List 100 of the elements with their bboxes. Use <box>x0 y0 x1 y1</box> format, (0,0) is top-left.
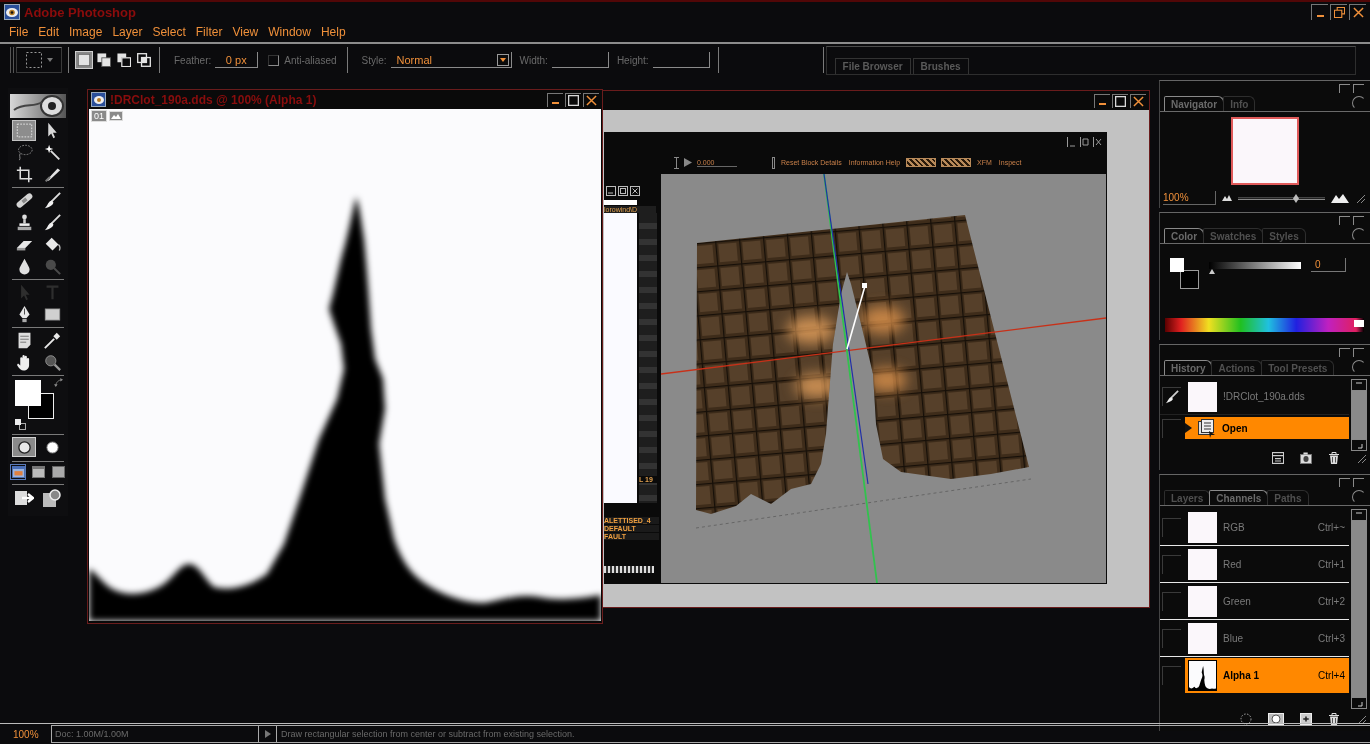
history-source-box[interactable] <box>1162 387 1181 406</box>
maximize-icon[interactable] <box>1080 137 1089 147</box>
selection-mode-button[interactable] <box>135 51 153 69</box>
color-spectrum-bar[interactable] <box>1165 318 1364 332</box>
screen-mode-button[interactable] <box>10 464 26 480</box>
minimize-button[interactable] <box>1094 93 1110 108</box>
zoom-field[interactable]: 100% <box>1163 191 1216 205</box>
pattern-button[interactable] <box>906 158 937 167</box>
restore-button[interactable] <box>1330 4 1347 20</box>
slider-handle-icon[interactable] <box>674 156 679 169</box>
width-field[interactable] <box>551 52 609 68</box>
screen-mode-button[interactable] <box>30 464 46 480</box>
scroll-up-icon[interactable] <box>1351 509 1367 521</box>
menu-item[interactable]: Filter <box>190 25 228 39</box>
channel-thumbnail <box>1188 659 1217 691</box>
restore-icon <box>1333 7 1345 18</box>
scroll-up-icon[interactable] <box>1351 379 1367 391</box>
palette-minimize-button[interactable] <box>1339 84 1350 93</box>
channel-name: Red <box>1223 558 1243 570</box>
height-field[interactable] <box>652 52 710 68</box>
channel-row[interactable]: Red Ctrl+1 <box>1185 546 1349 582</box>
value-slider[interactable] <box>1209 262 1301 274</box>
channel-name: Green <box>1223 595 1252 607</box>
small-mountains-icon[interactable] <box>1222 195 1232 201</box>
pattern-button[interactable] <box>941 158 972 167</box>
anti-aliased-checkbox[interactable] <box>268 54 280 66</box>
slider-thumb[interactable] <box>1293 193 1300 203</box>
tool-preset-picker[interactable] <box>16 47 62 73</box>
large-mountains-icon[interactable] <box>1331 193 1349 203</box>
scroll-down-icon[interactable] <box>1351 697 1367 709</box>
maximize-icon[interactable] <box>618 186 628 196</box>
channel-row[interactable]: Green Ctrl+2 <box>1185 583 1349 619</box>
menu-item[interactable]: Image <box>64 25 108 39</box>
navigator-thumbnail[interactable] <box>1231 117 1299 185</box>
history-state[interactable]: !DRClot_190a.dds <box>1185 379 1349 414</box>
color-swatches-icon[interactable] <box>15 380 54 419</box>
menu-item[interactable]: View <box>227 25 264 39</box>
palette-close-button[interactable] <box>1353 216 1364 225</box>
new-document-icon[interactable] <box>1272 452 1284 464</box>
selection-mode-button[interactable] <box>115 51 133 69</box>
swap-arrows-icon[interactable] <box>54 378 63 387</box>
menu-item[interactable]: Edit <box>33 25 65 39</box>
screen-mode-button[interactable] <box>50 464 66 480</box>
minimize-button[interactable] <box>1311 4 1328 20</box>
resize-grip-icon[interactable] <box>1356 713 1367 725</box>
menu-item[interactable]: Help <box>315 25 351 39</box>
palette-close-button[interactable] <box>1353 478 1364 487</box>
palette-minimize-button[interactable] <box>1339 478 1350 487</box>
status-menu-button[interactable] <box>259 725 277 743</box>
close-icon[interactable] <box>1093 137 1102 147</box>
menu-item[interactable]: Window <box>263 25 316 39</box>
new-channel-icon[interactable] <box>1300 713 1312 725</box>
palette-minimize-button[interactable] <box>1339 348 1350 357</box>
channel-row[interactable]: Blue Ctrl+3 <box>1185 620 1349 656</box>
palette-minimize-button[interactable] <box>1339 216 1350 225</box>
channel-row[interactable]: RGB Ctrl+~ <box>1185 509 1349 545</box>
channel-row[interactable]: Alpha 1 Ctrl+4 <box>1185 657 1349 693</box>
style-dropdown[interactable]: Normal <box>390 52 512 68</box>
text-field[interactable] <box>604 200 637 205</box>
resize-grip-icon[interactable] <box>1355 192 1366 204</box>
value-field[interactable]: 0 <box>1311 258 1346 272</box>
state-marker-icon[interactable] <box>1185 423 1192 433</box>
menu-item[interactable]: Layer <box>107 25 148 39</box>
caret-icon <box>47 58 53 62</box>
default-colors-icon[interactable] <box>15 419 26 430</box>
maximize-button[interactable] <box>1112 93 1128 108</box>
palette-close-button[interactable] <box>1353 348 1364 357</box>
feather-field[interactable]: 0 px <box>215 52 259 68</box>
play-icon[interactable] <box>684 158 692 167</box>
zoom-field[interactable]: 100% <box>0 728 51 740</box>
scroll-down-icon[interactable] <box>1351 439 1367 451</box>
maximize-button[interactable] <box>565 92 581 107</box>
dotted-circle-icon[interactable] <box>1240 713 1252 725</box>
trash-icon[interactable] <box>1328 713 1340 725</box>
minimize-icon[interactable] <box>606 186 616 196</box>
menu-item[interactable]: File <box>4 25 34 39</box>
trash-icon[interactable] <box>1328 452 1340 464</box>
close-icon[interactable] <box>630 186 640 196</box>
camera-icon[interactable] <box>1300 452 1312 464</box>
scrollbar-thumb[interactable] <box>1351 391 1367 439</box>
document-size-info[interactable]: Doc: 1.00M/1.00M <box>51 725 259 743</box>
history-state[interactable]: Open <box>1185 417 1349 439</box>
close-button[interactable] <box>1130 93 1146 108</box>
slider-handle-icon[interactable] <box>772 156 775 169</box>
menu-item[interactable]: Select <box>147 25 191 39</box>
close-button[interactable] <box>1349 4 1366 20</box>
mask-mode-button[interactable] <box>12 437 36 457</box>
document-icon <box>1198 418 1216 438</box>
slider-thumb[interactable] <box>1209 269 1215 274</box>
jump-button[interactable] <box>40 487 64 509</box>
height-label: Height: <box>616 54 649 66</box>
minimize-icon[interactable] <box>1067 137 1076 147</box>
resize-grip-icon[interactable] <box>1356 452 1367 464</box>
circle-in-square-icon[interactable] <box>1268 713 1284 725</box>
minimize-button[interactable] <box>547 92 563 107</box>
close-button[interactable] <box>583 92 599 107</box>
color-swatches-icon[interactable] <box>1170 258 1199 289</box>
selection-mode-button[interactable] <box>95 51 113 69</box>
palette-close-button[interactable] <box>1353 84 1364 93</box>
scrollbar[interactable] <box>1351 379 1367 451</box>
